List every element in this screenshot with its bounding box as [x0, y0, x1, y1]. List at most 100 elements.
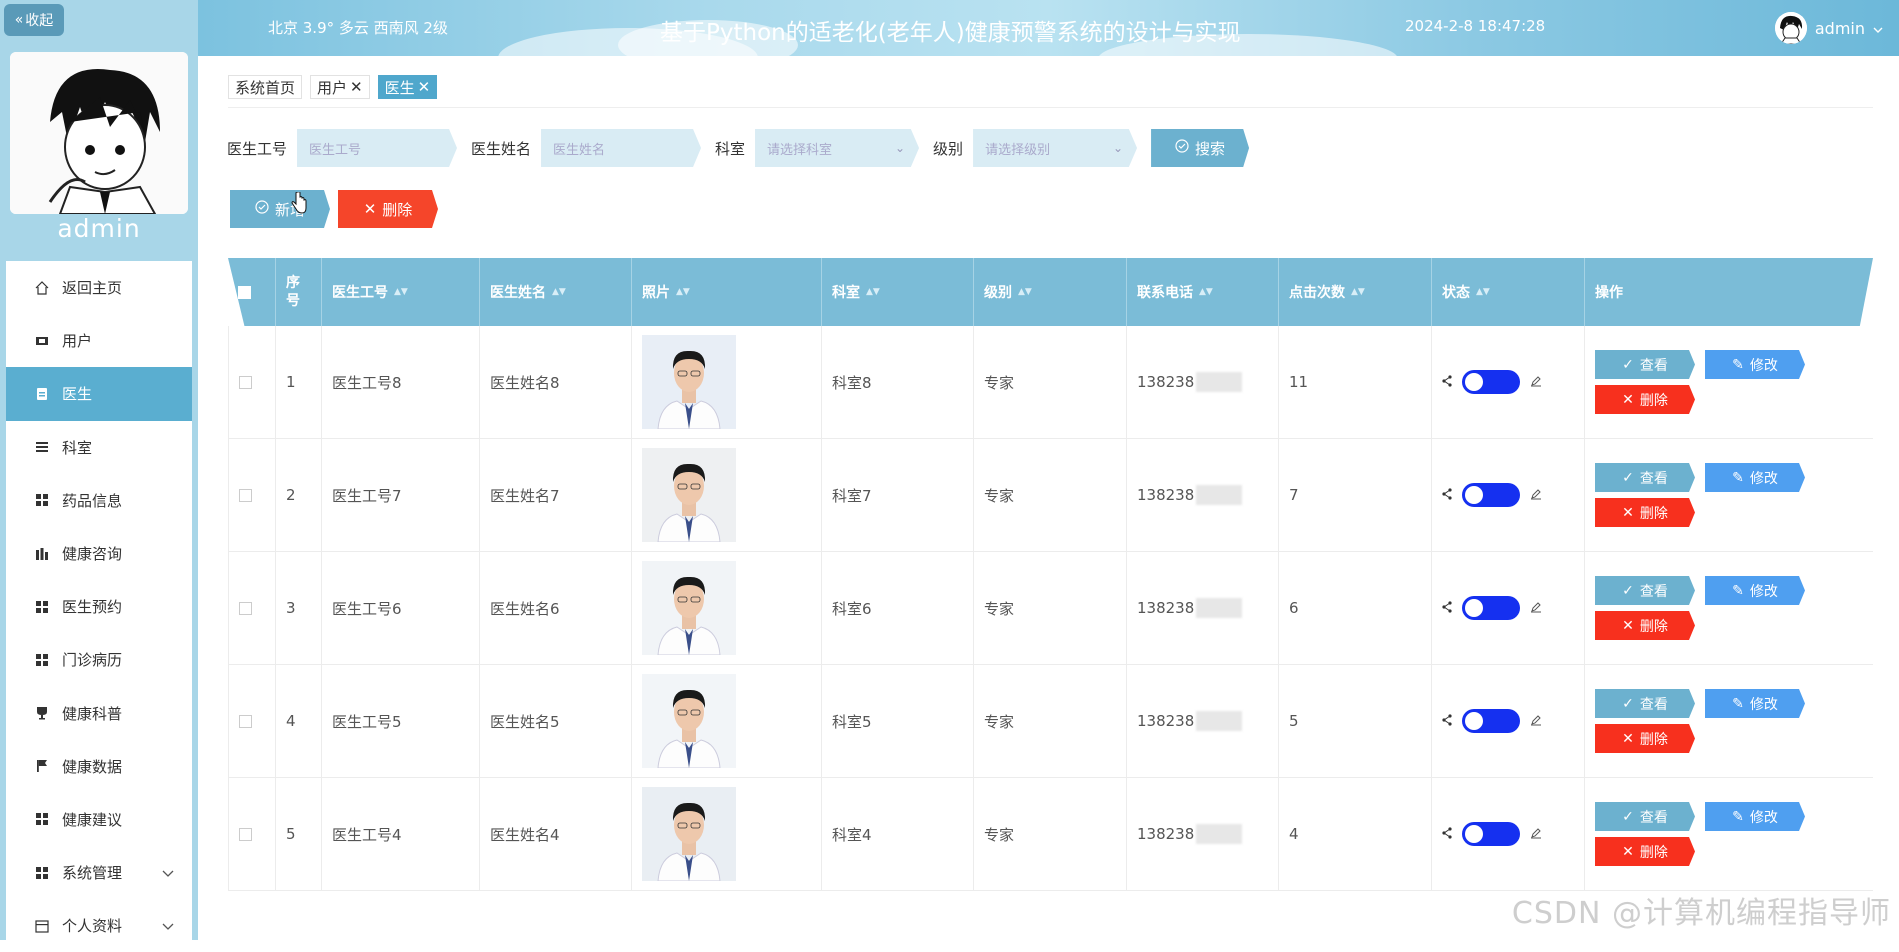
row-checkbox[interactable]: [239, 602, 252, 615]
check-circle-icon: [255, 200, 269, 218]
row-checkbox[interactable]: [239, 376, 252, 389]
column-label: 点击次数: [1289, 282, 1345, 302]
delete-button[interactable]: ✕删除: [1595, 837, 1695, 866]
col-photo[interactable]: 照片▲▼: [632, 258, 822, 326]
level-select[interactable]: 请选择级别 ⌄: [973, 129, 1137, 167]
sidebar-item-health-data[interactable]: 健康数据: [6, 740, 192, 793]
add-button[interactable]: 新增: [230, 190, 330, 228]
tab-doctors[interactable]: 医生 ✕: [378, 75, 438, 99]
ops-top-row: ✓查看 ✎修改: [1595, 576, 1805, 605]
row-checkbox-cell: [228, 326, 276, 438]
share-icon[interactable]: [1442, 373, 1452, 391]
tab-users[interactable]: 用户 ✕: [310, 75, 370, 99]
sidebar-item-doctors[interactable]: 医生: [6, 367, 192, 420]
edit-button[interactable]: ✎修改: [1705, 350, 1805, 379]
col-phone[interactable]: 联系电话▲▼: [1127, 258, 1279, 326]
index-cell: 5: [276, 778, 322, 890]
edit-pen-icon[interactable]: [1530, 825, 1542, 843]
column-label: 操作: [1595, 282, 1623, 302]
col-department[interactable]: 科室▲▼: [822, 258, 974, 326]
edit-pen-icon[interactable]: [1530, 599, 1542, 617]
delete-button[interactable]: ✕ 删除: [1595, 724, 1695, 753]
delete-button[interactable]: ✕删除: [1595, 611, 1695, 640]
share-icon[interactable]: [1442, 599, 1452, 617]
col-doctor-name[interactable]: 医生姓名▲▼: [480, 258, 632, 326]
row-checkbox-cell: [228, 778, 276, 890]
edit-button[interactable]: ✎修改: [1705, 802, 1805, 831]
row-checkbox-cell: [228, 439, 276, 551]
delete-button[interactable]: ✕删除: [1595, 498, 1695, 527]
view-button[interactable]: ✓查看: [1595, 463, 1695, 492]
tab-home[interactable]: 系统首页: [228, 75, 302, 99]
col-level[interactable]: 级别▲▼: [974, 258, 1127, 326]
edit-pen-icon[interactable]: [1530, 712, 1542, 730]
edit-button[interactable]: ✎修改: [1705, 689, 1805, 718]
header-user-menu[interactable]: admin: [1775, 12, 1883, 44]
level-cell: 专家: [974, 778, 1127, 890]
row-checkbox[interactable]: [239, 715, 252, 728]
search-button[interactable]: 搜索: [1151, 129, 1249, 167]
share-icon[interactable]: [1442, 825, 1452, 843]
status-toggle[interactable]: [1462, 370, 1520, 394]
sidebar-item-appointment[interactable]: 医生预约: [6, 580, 192, 633]
delete-label: 删除: [1640, 729, 1668, 749]
sidebar-item-medicine[interactable]: 药品信息: [6, 474, 192, 527]
sidebar-item-departments[interactable]: 科室: [6, 421, 192, 474]
doctor-photo[interactable]: [642, 448, 736, 542]
sidebar-item-users[interactable]: 用户: [6, 314, 192, 367]
status-toggle[interactable]: [1462, 709, 1520, 733]
status-cell: [1432, 326, 1585, 438]
edit-pen-icon[interactable]: [1530, 486, 1542, 504]
sidebar-item-consult[interactable]: 健康咨询: [6, 527, 192, 580]
view-label: 查看: [1640, 807, 1668, 827]
share-icon[interactable]: [1442, 486, 1452, 504]
sidebar-item-home[interactable]: 返回主页: [6, 261, 192, 314]
doctor-photo[interactable]: [642, 787, 736, 881]
edit-button[interactable]: ✎修改: [1705, 576, 1805, 605]
sidebar-item-system[interactable]: 系统管理: [6, 846, 192, 899]
doctor-photo[interactable]: [642, 674, 736, 768]
doctor-photo[interactable]: [642, 335, 736, 429]
view-button[interactable]: ✓查看: [1595, 689, 1695, 718]
row-checkbox[interactable]: [239, 828, 252, 841]
view-button[interactable]: ✓查看: [1595, 350, 1695, 379]
sidebar-item-science[interactable]: 健康科普: [6, 687, 192, 740]
close-icon: ✕: [1622, 731, 1634, 747]
doctor-name-input[interactable]: 医生姓名: [541, 129, 701, 167]
sidebar-item-advice[interactable]: 健康建议: [6, 793, 192, 846]
collapse-button[interactable]: « 收起: [4, 4, 64, 36]
close-icon[interactable]: ✕: [418, 78, 431, 96]
share-icon[interactable]: [1442, 712, 1452, 730]
department-select[interactable]: 请选择科室 ⌄: [755, 129, 919, 167]
delete-button[interactable]: ✕ 删除: [1595, 385, 1695, 414]
doctor-no-input[interactable]: 医生工号: [297, 129, 457, 167]
sidebar-item-label: 科室: [62, 437, 92, 458]
status-toggle[interactable]: [1462, 822, 1520, 846]
collapse-label: 收起: [25, 10, 53, 30]
col-clicks[interactable]: 点击次数▲▼: [1279, 258, 1432, 326]
select-placeholder: 请选择科室: [767, 139, 832, 158]
close-icon[interactable]: ✕: [350, 78, 363, 96]
status-toggle[interactable]: [1462, 596, 1520, 620]
sidebar-item-records[interactable]: 门诊病历: [6, 633, 192, 686]
select-all-checkbox[interactable]: [238, 286, 251, 299]
close-icon: ✕: [1622, 392, 1634, 408]
edit-pen-icon[interactable]: [1530, 373, 1542, 391]
view-button[interactable]: ✓查看: [1595, 576, 1695, 605]
col-status[interactable]: 状态▲▼: [1432, 258, 1585, 326]
batch-delete-button[interactable]: ✕ 删除: [338, 190, 438, 228]
edit-button[interactable]: ✎修改: [1705, 463, 1805, 492]
clicks-cell: 6: [1279, 552, 1432, 664]
col-doctor-no[interactable]: 医生工号▲▼: [322, 258, 480, 326]
sidebar-avatar: [10, 52, 188, 214]
doctor-photo[interactable]: [642, 561, 736, 655]
view-button[interactable]: ✓查看: [1595, 802, 1695, 831]
photo-cell: [632, 439, 822, 551]
row-checkbox[interactable]: [239, 489, 252, 502]
chevron-down-icon: [162, 917, 174, 935]
status-toggle[interactable]: [1462, 483, 1520, 507]
delete-button-label: 删除: [382, 199, 412, 220]
delete-label: 删除: [1640, 390, 1668, 410]
sidebar-item-profile[interactable]: 个人资料: [6, 899, 192, 952]
phone-cell: 138238: [1127, 326, 1279, 438]
